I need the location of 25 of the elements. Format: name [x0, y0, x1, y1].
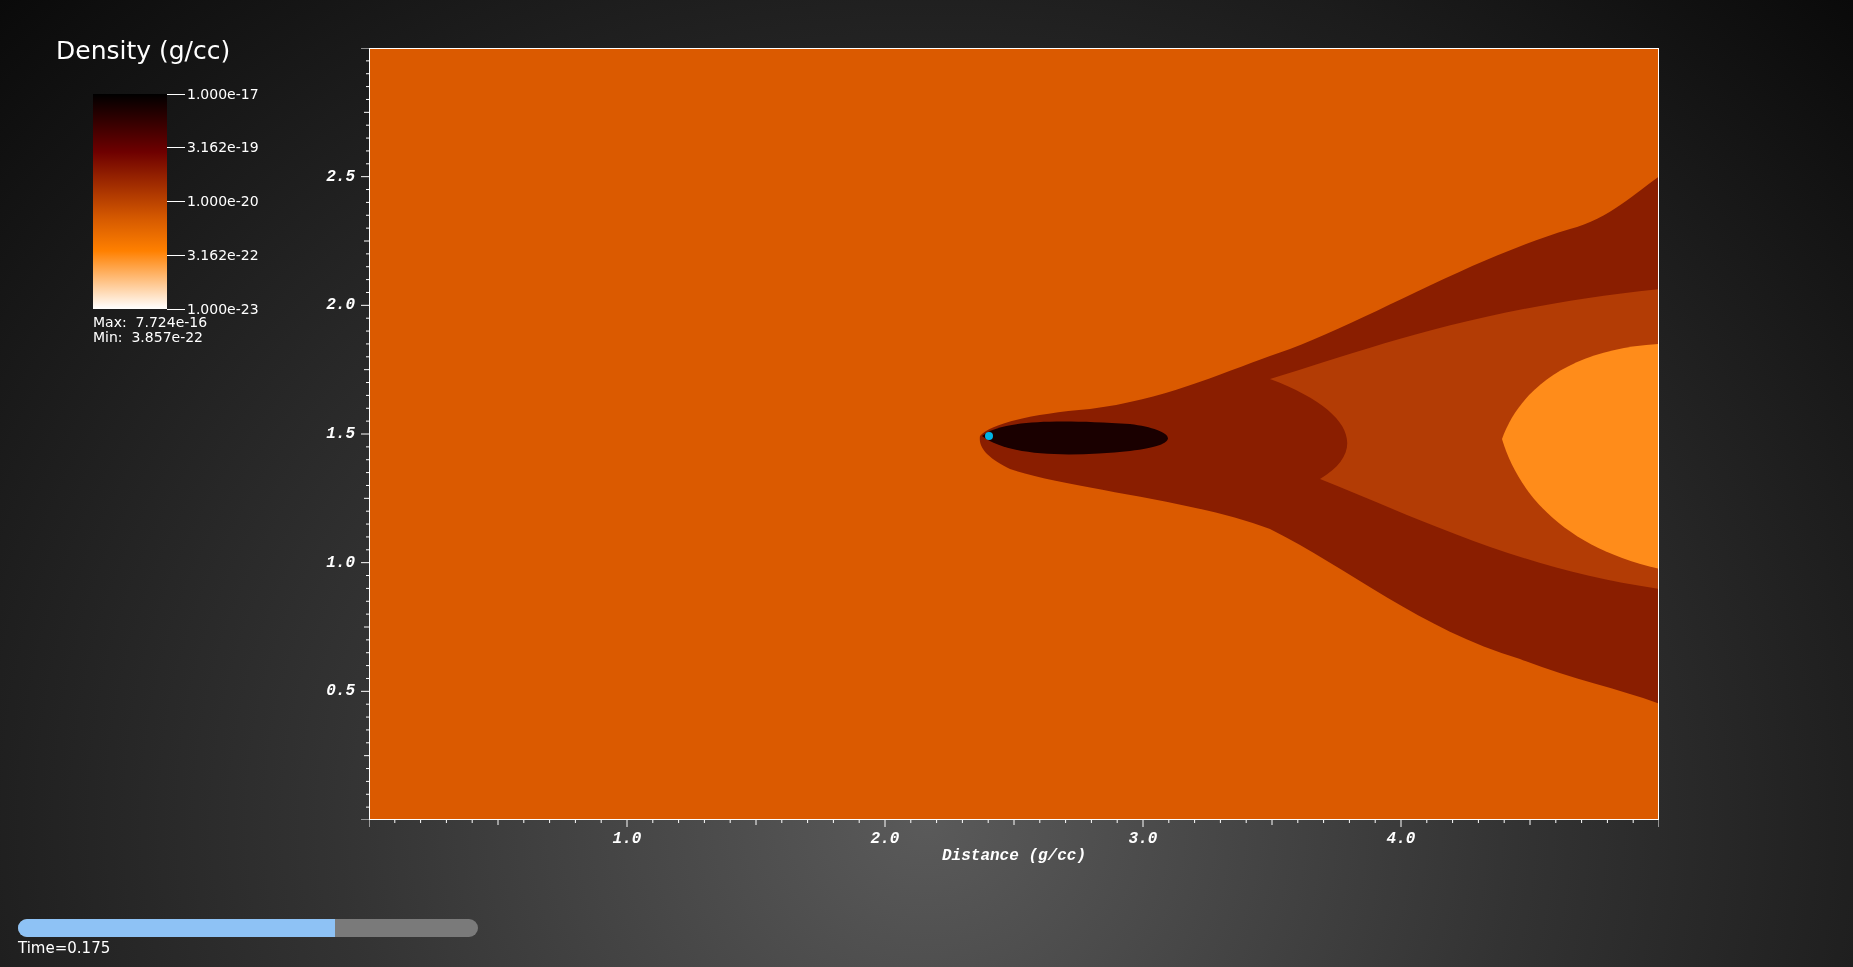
y-tick-label: 1.0	[326, 553, 355, 572]
legend-tick-label: 1.000e-23	[187, 299, 259, 317]
tick-mark	[167, 147, 185, 149]
tick-mark	[167, 308, 185, 310]
legend-title: Density (g/cc)	[56, 36, 231, 66]
tick-mark	[167, 254, 185, 256]
legend-max: Max: 7.724e-16	[93, 315, 208, 330]
time-label: Time=0.175	[18, 939, 111, 957]
time-slider[interactable]	[18, 919, 478, 937]
x-axis-title: Distance (g/cc)	[942, 846, 1086, 866]
tick-mark	[167, 201, 185, 202]
legend-tick-label: 3.162e-22	[187, 245, 259, 265]
y-tick-label: 2.0	[326, 296, 355, 315]
x-tick-label: 4.0	[1386, 830, 1416, 848]
x-tick-label: 2.0	[870, 830, 900, 848]
y-tick-label: 2.5	[326, 167, 355, 186]
legend-min: Min: 3.857e-22	[93, 330, 204, 345]
legend-tick-label: 1.000e-20	[187, 192, 259, 211]
x-tick-label: 1.0	[612, 830, 642, 848]
y-tick-label: 0.5	[326, 682, 355, 701]
x-tick-label: 3.0	[1128, 830, 1158, 848]
tick-mark	[167, 93, 185, 95]
legend-tick-label: 1.000e-17	[187, 84, 259, 104]
y-tick-label: 1.5	[326, 425, 355, 443]
legend-tick-label: 3.162e-19	[187, 138, 259, 158]
